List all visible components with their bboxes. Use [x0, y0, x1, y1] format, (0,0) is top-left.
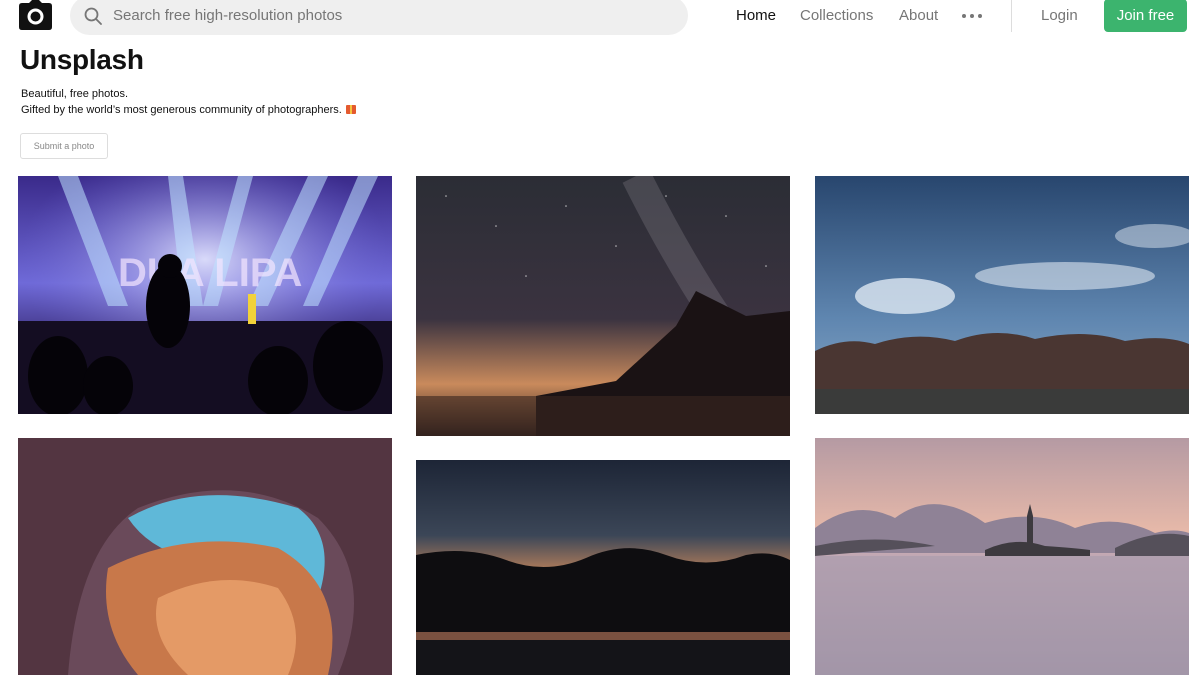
submit-photo-button[interactable]: Submit a photo: [20, 133, 108, 159]
photo-canyon[interactable]: [18, 438, 392, 675]
tagline-line-1: Beautiful, free photos.: [21, 88, 129, 100]
more-horizontal-icon[interactable]: [962, 12, 982, 20]
gift-icon: [345, 105, 356, 114]
nav-home-link[interactable]: Home: [736, 7, 776, 24]
nav-about-link[interactable]: About: [899, 7, 938, 24]
photo-night-mountain-lake[interactable]: [416, 176, 790, 436]
photo-concert[interactable]: DUA LIPA: [18, 176, 392, 414]
search-bar[interactable]: [70, 0, 688, 35]
search-input[interactable]: [113, 7, 653, 24]
page-title: Unsplash: [20, 44, 144, 75]
tagline-text: Gifted by the world’s most generous comm…: [21, 104, 342, 116]
join-free-button[interactable]: Join free: [1104, 0, 1187, 32]
tagline-line-2: Gifted by the world’s most generous comm…: [21, 104, 356, 116]
header-divider: [1011, 0, 1012, 32]
photo-lake-island-church[interactable]: [815, 438, 1189, 675]
photo-sky-trees[interactable]: [815, 176, 1189, 414]
photo-twilight-silhouette[interactable]: [416, 460, 790, 675]
camera-logo-icon[interactable]: [19, 0, 52, 30]
search-icon[interactable]: [83, 6, 103, 26]
nav-collections-link[interactable]: Collections: [800, 7, 873, 24]
svg-text:DUA LIPA: DUA LIPA: [118, 251, 302, 295]
login-link[interactable]: Login: [1041, 7, 1078, 24]
